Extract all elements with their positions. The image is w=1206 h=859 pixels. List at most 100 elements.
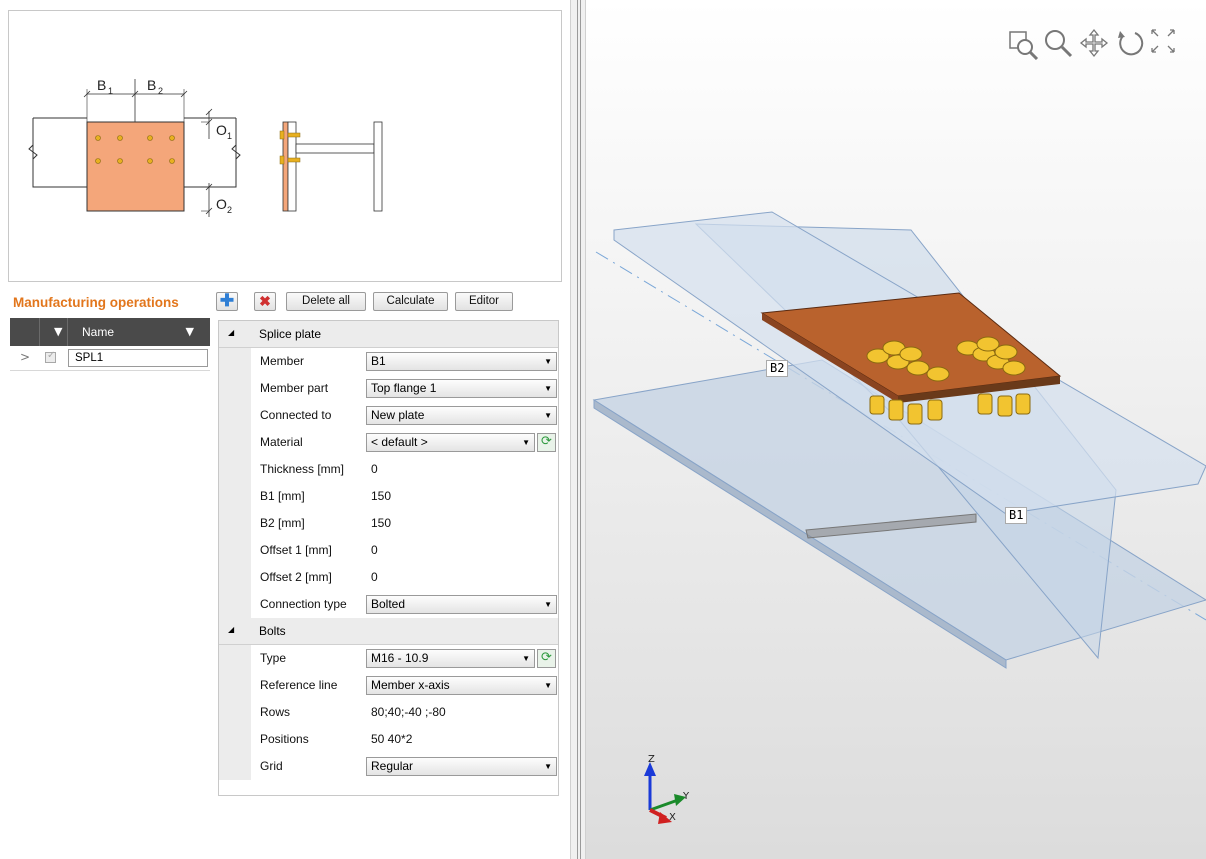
collapse-triangle-icon[interactable]: ◢ [228, 625, 234, 634]
dropdown-value: Top flange 1 [371, 381, 437, 395]
list-item[interactable]: > SPL1 [10, 346, 210, 371]
panel-splitter[interactable] [570, 0, 586, 859]
dropdown-arrow-icon: ▼ [544, 600, 552, 609]
refresh-icon: ⟳ [541, 434, 552, 449]
manufacturing-operations-title: Manufacturing operations [13, 295, 179, 310]
prop-positions: Positions 50 40*2 [219, 726, 558, 753]
name-filter-icon[interactable]: ▼ [186, 325, 194, 338]
member-part-dropdown[interactable]: Top flange 1 ▼ [366, 379, 557, 398]
label-b2: B [147, 77, 156, 93]
prop-b2: B2 [mm] 150 [219, 510, 558, 537]
offset-1-value[interactable]: 0 [371, 543, 378, 557]
reference-line-dropdown[interactable]: Member x-axis ▼ [366, 676, 557, 695]
prop-rows: Rows 80;40;-40 ;-80 [219, 699, 558, 726]
prop-label: Type [260, 651, 287, 665]
delete-all-button[interactable]: Delete all [286, 292, 366, 311]
connection-type-dropdown[interactable]: Bolted ▼ [366, 595, 557, 614]
prop-label: Thickness [mm] [260, 462, 345, 476]
dropdown-arrow-icon: ▼ [522, 654, 530, 663]
dropdown-arrow-icon: ▼ [544, 762, 552, 771]
left-panel: B 1 B 2 O 1 O 2 Manufacturing operations… [0, 0, 570, 859]
prop-connected-to: Connected to New plate ▼ [219, 402, 558, 429]
b1-value[interactable]: 150 [371, 489, 391, 503]
property-grid: ◢ Splice plate Member B1 ▼ Member part To… [218, 320, 559, 796]
axis-y-label: Y [682, 791, 690, 802]
label-o2: O [216, 196, 227, 212]
label-o1: O [216, 122, 227, 138]
dropdown-arrow-icon: ▼ [544, 357, 552, 366]
delete-operation-button[interactable]: ✖ [254, 292, 276, 311]
dropdown-arrow-icon: ▼ [544, 384, 552, 393]
prop-offset-2: Offset 2 [mm] 0 [219, 564, 558, 591]
prop-label: Material [260, 435, 303, 449]
manufacturing-toolbar: Manufacturing operations ✚ ✖ Delete all … [10, 290, 565, 316]
dropdown-arrow-icon: ▼ [544, 681, 552, 690]
label-b1: B [97, 77, 106, 93]
add-operation-button[interactable]: ✚ [216, 292, 238, 311]
prop-b1: B1 [mm] 150 [219, 483, 558, 510]
dropdown-arrow-icon: ▼ [522, 438, 530, 447]
dropdown-value: B1 [371, 354, 386, 368]
label-o2-sub: 2 [227, 205, 232, 215]
axis-x-label: X [669, 812, 676, 823]
label-o1-sub: 1 [227, 131, 232, 141]
plus-icon: ✚ [219, 291, 235, 310]
prop-label: Grid [260, 759, 283, 773]
grid-dropdown[interactable]: Regular ▼ [366, 757, 557, 776]
calculate-button[interactable]: Calculate [373, 292, 448, 311]
dropdown-value: M16 - 10.9 [371, 651, 429, 665]
filter-icon[interactable]: ▼ [54, 325, 62, 338]
dropdown-value: New plate [371, 408, 425, 422]
member-dropdown[interactable]: B1 ▼ [366, 352, 557, 371]
axis-z-label: Z [648, 754, 655, 765]
3d-viewport[interactable]: Z Y X B2 B1 [586, 0, 1206, 859]
prop-offset-1: Offset 1 [mm] 0 [219, 537, 558, 564]
row-checkbox[interactable] [45, 350, 56, 363]
prop-material: Material < default > ▼ ⟳ [219, 429, 558, 456]
collapse-triangle-icon[interactable]: ◢ [228, 328, 234, 337]
operation-name[interactable]: SPL1 [68, 349, 208, 367]
prop-connection-type: Connection type Bolted ▼ [219, 591, 558, 618]
prop-bolt-type: Type M16 - 10.9 ▼ ⟳ [219, 645, 558, 672]
member-label-b1[interactable]: B1 [1005, 507, 1028, 524]
bolt-type-refresh-button[interactable]: ⟳ [537, 649, 556, 668]
offset-2-value[interactable]: 0 [371, 570, 378, 584]
column-header-name[interactable]: Name [82, 325, 114, 339]
3d-model[interactable]: Z Y X [586, 0, 1206, 859]
dropdown-arrow-icon: ▼ [544, 411, 552, 420]
prop-label: Member [260, 354, 305, 368]
operations-list-header: ▼ Name ▼ [10, 318, 210, 346]
section-title: Splice plate [259, 327, 322, 341]
dropdown-value: < default > [371, 435, 428, 449]
connection-preview: B 1 B 2 O 1 O 2 [8, 10, 562, 282]
expand-arrow-icon[interactable]: > [20, 350, 30, 364]
dropdown-value: Regular [371, 759, 414, 773]
dropdown-value: Bolted [371, 597, 406, 611]
prop-label: Connected to [260, 408, 332, 422]
editor-button[interactable]: Editor [455, 292, 513, 311]
prop-label: Offset 1 [mm] [260, 543, 332, 557]
prop-thickness: Thickness [mm] 0 [219, 456, 558, 483]
refresh-icon: ⟳ [541, 650, 552, 665]
material-dropdown[interactable]: < default > ▼ [366, 433, 535, 452]
positions-value[interactable]: 50 40*2 [371, 732, 412, 746]
b2-value[interactable]: 150 [371, 516, 391, 530]
bolt-type-dropdown[interactable]: M16 - 10.9 ▼ [366, 649, 535, 668]
section-bolts[interactable]: ◢ Bolts [219, 618, 558, 645]
label-b2-sub: 2 [158, 86, 163, 96]
prop-label: Reference line [260, 678, 338, 692]
section-title: Bolts [259, 624, 286, 638]
prop-label: Connection type [260, 597, 347, 611]
member-label-b2[interactable]: B2 [766, 360, 789, 377]
prop-reference-line: Reference line Member x-axis ▼ [219, 672, 558, 699]
prop-label: Offset 2 [mm] [260, 570, 332, 584]
prop-grid: Grid Regular ▼ [219, 753, 558, 780]
thickness-value[interactable]: 0 [371, 462, 378, 476]
connected-to-dropdown[interactable]: New plate ▼ [366, 406, 557, 425]
prop-label: B1 [mm] [260, 489, 305, 503]
rows-value[interactable]: 80;40;-40 ;-80 [371, 705, 446, 719]
material-refresh-button[interactable]: ⟳ [537, 433, 556, 452]
operations-list: ▼ Name ▼ > SPL1 [10, 318, 210, 371]
section-splice-plate[interactable]: ◢ Splice plate [219, 321, 558, 348]
prop-label: B2 [mm] [260, 516, 305, 530]
